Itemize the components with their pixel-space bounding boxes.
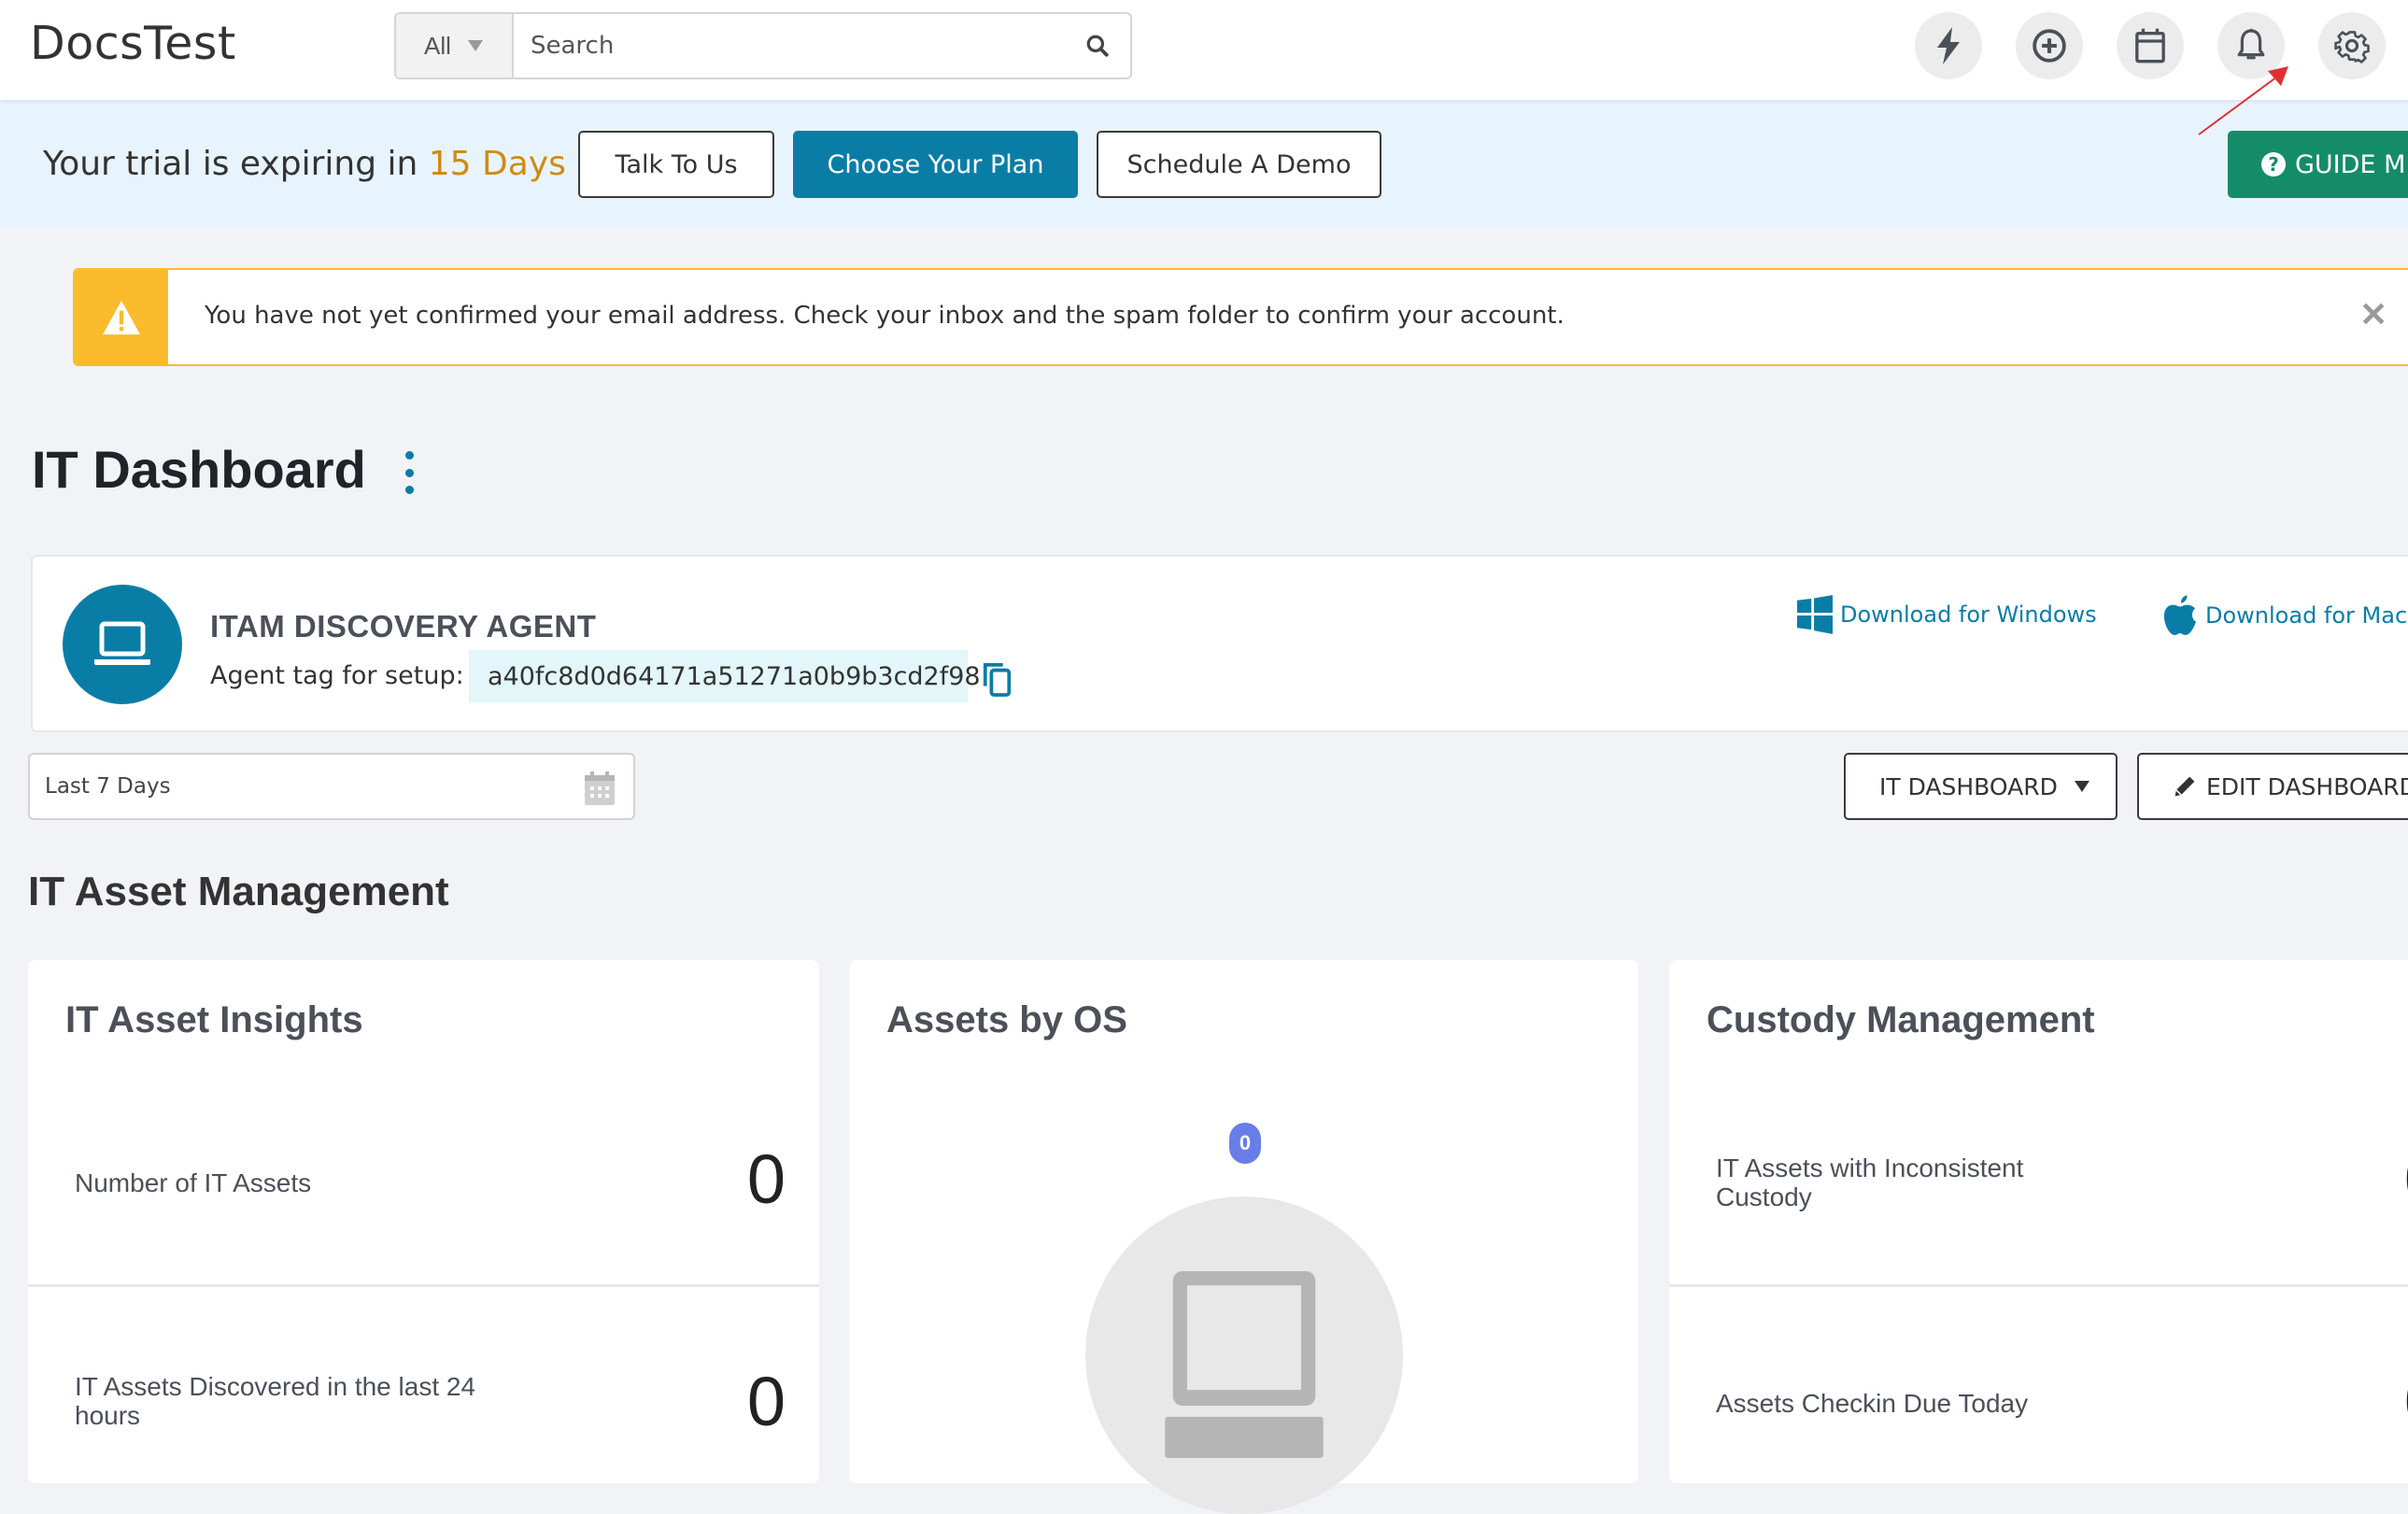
alert-message: You have not yet confirmed your email ad…: [205, 302, 1565, 330]
bell-icon: [2237, 28, 2265, 60]
metric-label: IT Assets Discovered in the last 24 hour…: [75, 1372, 476, 1430]
download-windows-label: Download for Windows: [1840, 601, 2097, 628]
metric-label: Number of IT Assets: [75, 1168, 312, 1197]
warning-icon: [103, 300, 140, 334]
card-title: IT Asset Insights: [65, 999, 363, 1040]
chevron-down-icon: [467, 40, 483, 51]
it-asset-insights-card: IT Asset Insights Number of IT Assets 0 …: [28, 960, 819, 1483]
custody-management-card: Custody Management IT Assets with Incons…: [1669, 960, 2408, 1483]
divider: [28, 1284, 819, 1287]
choose-plan-button[interactable]: Choose Your Plan: [793, 131, 1078, 198]
download-windows-link[interactable]: Download for Windows: [1797, 594, 2097, 635]
trial-prefix: Your trial is expiring in: [43, 145, 429, 183]
metric-value: 0: [746, 1140, 786, 1218]
alert-side-bar: [75, 270, 168, 364]
calendar-icon: [585, 771, 615, 805]
quick-actions-button[interactable]: [1915, 12, 1982, 79]
download-mac-label: Download for Mac: [2205, 602, 2408, 629]
calendar-icon: [2135, 28, 2165, 64]
windows-icon: [1797, 595, 1833, 634]
metric-value: 0: [2404, 1139, 2408, 1219]
kebab-dot: [404, 451, 414, 460]
metric-value: 0: [746, 1363, 786, 1440]
search-input[interactable]: [514, 14, 1065, 78]
metric-label: Assets Checkin Due Today: [1716, 1389, 2029, 1418]
dashboard-select-dropdown[interactable]: IT DASHBOARD: [1844, 753, 2118, 820]
search-button[interactable]: [1065, 14, 1130, 78]
trial-message: Your trial is expiring in 15 Days: [43, 145, 566, 183]
edit-dashboard-button[interactable]: EDIT DASHBOARD: [2137, 753, 2408, 820]
notifications-button[interactable]: [2217, 12, 2285, 79]
email-confirmation-alert: You have not yet confirmed your email ad…: [73, 268, 2408, 366]
apple-icon: [2163, 595, 2197, 635]
discovery-agent-card: ITAM DISCOVERY AGENT Agent tag for setup…: [31, 555, 2408, 732]
pencil-icon: [2174, 776, 2195, 797]
schedule-demo-button[interactable]: Schedule A Demo: [1097, 131, 1381, 198]
card-title: Custody Management: [1707, 999, 2095, 1040]
close-icon[interactable]: ✕: [2359, 298, 2387, 332]
agent-tag-value[interactable]: a40fc8d0d64171a51271a0b9b3cd2f98: [469, 650, 981, 702]
add-new-button[interactable]: [2016, 12, 2083, 79]
dashboard-select-label: IT DASHBOARD: [1879, 772, 2058, 800]
edit-dashboard-label: EDIT DASHBOARD: [2206, 772, 2408, 800]
talk-to-us-button[interactable]: Talk To Us: [578, 131, 774, 198]
page-title: IT Dashboard: [32, 440, 366, 499]
kebab-dot: [404, 486, 414, 494]
copy-icon: [983, 663, 1012, 697]
date-range-picker[interactable]: Last 7 Days: [28, 753, 635, 820]
laptop-icon: [1165, 1271, 1324, 1458]
search-scope-label: All: [424, 31, 451, 60]
download-mac-link[interactable]: Download for Mac: [2162, 594, 2407, 637]
copy-tag-button[interactable]: [982, 661, 1013, 701]
empty-state-illustration: [1085, 1196, 1403, 1514]
os-count-badge: 0: [1229, 1123, 1261, 1164]
search-bar: All: [394, 12, 1132, 79]
metric-label: IT Assets with Inconsistent Custody: [1716, 1153, 2024, 1211]
top-navbar: DocsTest All: [0, 0, 2408, 100]
guide-me-label: GUIDE ME: [2295, 149, 2408, 179]
gear-icon: [2334, 31, 2370, 64]
calendar-button[interactable]: [2117, 12, 2184, 79]
agent-tag-label: Agent tag for setup:: [210, 661, 464, 690]
settings-button[interactable]: [2318, 12, 2386, 79]
bolt-icon: [1937, 27, 1960, 64]
metric-value: 0: [2404, 1362, 2408, 1441]
brand-logo[interactable]: DocsTest: [30, 17, 236, 70]
laptop-icon: [94, 621, 150, 665]
agent-title: ITAM DISCOVERY AGENT: [210, 609, 597, 644]
card-title: Assets by OS: [886, 999, 1127, 1040]
section-title: IT Asset Management: [28, 869, 449, 914]
caret-down-icon: [2074, 781, 2089, 792]
plus-circle-icon: [2033, 29, 2066, 63]
agent-avatar: [63, 585, 182, 704]
guide-me-button[interactable]: ? GUIDE ME: [2228, 131, 2408, 198]
help-icon: ?: [2261, 152, 2286, 177]
divider: [1669, 1284, 2408, 1287]
trial-banner: Your trial is expiring in 15 Days Talk T…: [0, 100, 2408, 229]
kebab-dot: [404, 468, 414, 477]
dashboard-options-menu[interactable]: [404, 451, 415, 494]
search-scope-dropdown[interactable]: All: [396, 14, 514, 78]
trial-days-remaining: 15 Days: [428, 145, 566, 183]
date-range-value: Last 7 Days: [45, 774, 171, 799]
search-icon: [1086, 35, 1109, 57]
